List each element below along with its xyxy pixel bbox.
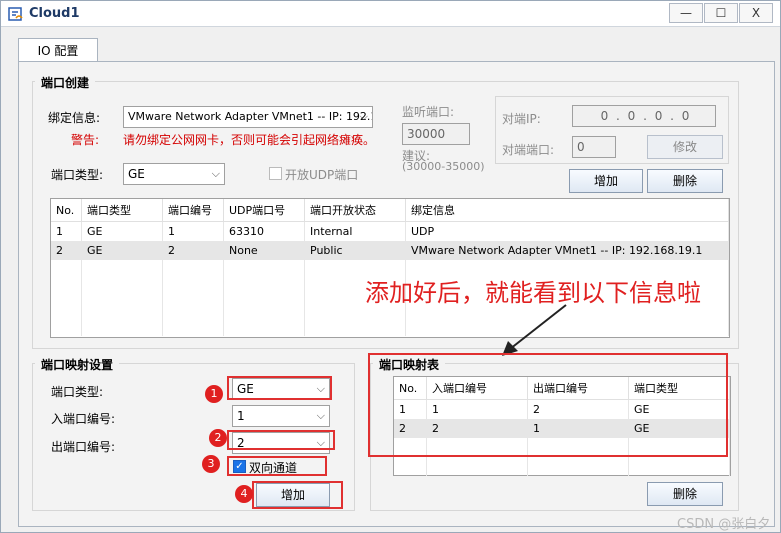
cell-port-no: 1 xyxy=(162,221,224,241)
close-button[interactable]: X xyxy=(739,3,773,23)
table-row[interactable]: 1 GE 1 63310 Internal UDP xyxy=(51,221,729,241)
port-type-select[interactable]: GE ⌵ xyxy=(123,163,225,185)
map-type-label: 端口类型: xyxy=(51,385,104,399)
cell-bind-info: UDP xyxy=(405,221,729,241)
table-row-empty xyxy=(51,317,729,336)
bind-label: 绑定信息: xyxy=(48,111,101,125)
highlight-box-1 xyxy=(227,376,332,400)
window-title: Cloud1 xyxy=(29,6,80,21)
column-header: UDP端口号 xyxy=(223,199,305,222)
cloud-app-icon xyxy=(8,7,23,21)
port-create-title: 端口创建 xyxy=(35,74,96,91)
table-header-row: No. 端口类型 端口编号 UDP端口号 端口开放状态 绑定信息 xyxy=(51,199,729,222)
port-type-value: GE xyxy=(128,167,145,181)
warning-label: 警告: xyxy=(71,133,100,147)
watermark: CSDN @张白夕 xyxy=(677,517,771,532)
minimize-button[interactable]: — xyxy=(669,3,703,23)
peer-ip-label: 对端IP: xyxy=(502,112,541,126)
cell-no: 1 xyxy=(51,221,82,241)
column-header: 端口开放状态 xyxy=(304,199,406,222)
suggest-range: (30000-35000) xyxy=(402,160,485,173)
column-header: 端口编号 xyxy=(162,199,224,222)
listen-port-input[interactable]: 30000 xyxy=(402,123,470,145)
in-port-value: 1 xyxy=(237,409,245,423)
delete-mapping-button[interactable]: 删除 xyxy=(647,482,723,506)
port-table: No. 端口类型 端口编号 UDP端口号 端口开放状态 绑定信息 1 GE 1 … xyxy=(50,198,730,338)
add-port-button[interactable]: 增加 xyxy=(569,169,643,193)
in-port-label: 入端口编号: xyxy=(51,412,116,426)
table-row[interactable]: 2 GE 2 None Public VMware Network Adapte… xyxy=(51,241,729,260)
bind-select[interactable]: VMware Network Adapter VMnet1 -- IP: 192… xyxy=(123,106,373,128)
highlight-box-4 xyxy=(252,481,343,509)
bind-select-value: VMware Network Adapter VMnet1 -- IP: 192… xyxy=(128,110,373,123)
modify-button[interactable]: 修改 xyxy=(647,135,723,159)
in-port-select[interactable]: 1 ⌵ xyxy=(232,405,330,427)
mapping-settings-title: 端口映射设置 xyxy=(35,356,120,373)
column-header: 绑定信息 xyxy=(405,199,729,222)
cell-type: GE xyxy=(81,221,163,241)
step-badge-4: 4 xyxy=(235,485,253,503)
peer-port-input[interactable]: 0 xyxy=(572,136,616,158)
warning-text: 请勿绑定公网网卡，否则可能会引起网络瘫痪。 xyxy=(123,133,376,147)
step-badge-3: 3 xyxy=(202,455,220,473)
step-badge-1: 1 xyxy=(205,385,223,403)
port-table-grid: No. 端口类型 端口编号 UDP端口号 端口开放状态 绑定信息 1 GE 1 … xyxy=(51,199,729,336)
chevron-down-icon: ⌵ xyxy=(211,167,220,180)
cell-bind-info: VMware Network Adapter VMnet1 -- IP: 192… xyxy=(405,241,729,260)
cloud-window: Cloud1 — ☐ X IO 配置 端口创建 绑定信息: VMware Net… xyxy=(0,0,781,533)
cell-type: GE xyxy=(81,241,163,260)
cell-udp-port: None xyxy=(223,241,305,260)
out-port-label: 出端口编号: xyxy=(51,440,116,454)
title-bar: Cloud1 — ☐ X xyxy=(1,1,780,27)
maximize-button[interactable]: ☐ xyxy=(704,3,738,23)
highlight-box-mapping-table xyxy=(368,353,728,457)
cell-status: Internal xyxy=(304,221,406,241)
cell-status: Public xyxy=(304,241,406,260)
udp-checkbox[interactable] xyxy=(269,167,282,180)
peer-ip-input[interactable]: 0 . 0 . 0 . 0 xyxy=(572,105,716,127)
delete-port-button[interactable]: 删除 xyxy=(647,169,723,193)
table-row-empty xyxy=(394,457,730,476)
peer-port-label: 对端端口: xyxy=(502,143,555,157)
cell-no: 2 xyxy=(51,241,82,260)
port-type-label: 端口类型: xyxy=(51,168,104,182)
cell-udp-port: 63310 xyxy=(223,221,305,241)
highlight-box-3 xyxy=(227,456,327,476)
listen-port-label: 监听端口: xyxy=(402,105,455,119)
chevron-down-icon: ⌵ xyxy=(359,110,368,123)
annotation-arrow-icon xyxy=(502,304,567,356)
highlight-box-2 xyxy=(227,430,335,450)
column-header: No. xyxy=(51,199,82,222)
step-badge-2: 2 xyxy=(209,429,227,447)
udp-checkbox-label: 开放UDP端口 xyxy=(285,168,359,182)
column-header: 端口类型 xyxy=(81,199,163,222)
chevron-down-icon: ⌵ xyxy=(316,409,325,422)
cell-port-no: 2 xyxy=(162,241,224,260)
tab-io-config[interactable]: IO 配置 xyxy=(18,38,98,62)
